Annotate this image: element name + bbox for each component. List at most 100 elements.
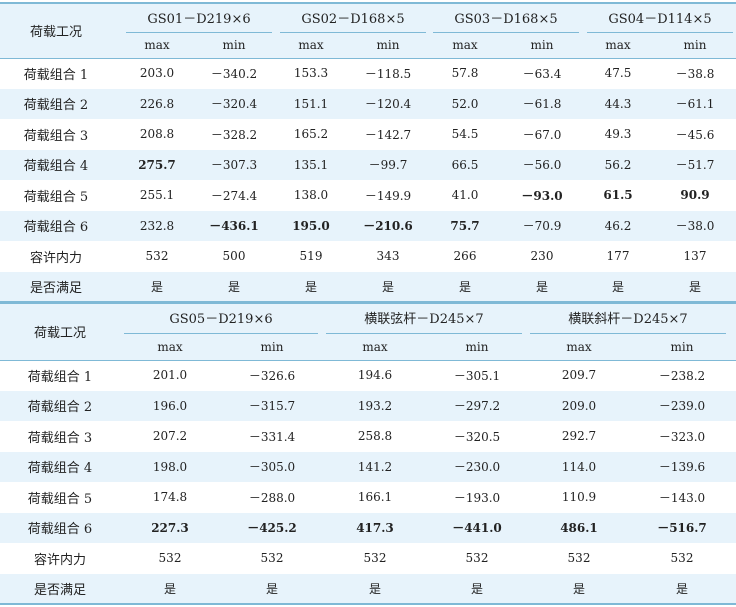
table-cell: 292.7 — [561, 429, 597, 444]
table-cell: 532 — [465, 551, 489, 566]
table-cell: －143.0 — [658, 490, 706, 505]
table-cell: －45.6 — [675, 127, 715, 142]
group-header: GS03－D168×5 — [454, 11, 558, 27]
table-cell: －315.7 — [248, 399, 296, 414]
table-cell: －230.0 — [453, 460, 501, 475]
table-cell: 227.3 — [151, 520, 189, 535]
table-cell: 是 — [163, 582, 176, 597]
table-cell: 是 — [675, 582, 688, 597]
table-cell: －305.0 — [248, 460, 296, 475]
table-cell: －326.6 — [248, 368, 296, 383]
table-cell: －38.0 — [675, 219, 715, 234]
table-cell: 90.9 — [680, 188, 710, 203]
table-cell: 417.3 — [356, 520, 394, 535]
table-cell: 209.7 — [561, 368, 597, 383]
row-label: 容许内力 — [29, 250, 82, 266]
sub-header-max: max — [298, 38, 324, 52]
sub-header-max: max — [452, 38, 478, 52]
row-label: 荷载组合 5 — [23, 189, 89, 205]
row-label: 荷载组合 4 — [27, 461, 93, 477]
sub-header-max: max — [362, 339, 388, 354]
sub-header-min: min — [670, 339, 694, 354]
table-cell: 532 — [567, 551, 591, 566]
table-cell: －516.7 — [657, 521, 707, 536]
group-header: 横联斜杆－D245×7 — [568, 312, 688, 327]
row-label: 荷载组合 2 — [23, 98, 89, 114]
row-label: 荷载组合 1 — [23, 67, 89, 83]
table-cell: －38.8 — [675, 66, 715, 81]
table-row: 荷载组合 3 208.8 －328.2 165.2 －142.7 54.5 －67.0 49.… — [0, 119, 736, 150]
sub-header-min: min — [683, 38, 707, 52]
group-header: GS01－D219×6 — [147, 11, 251, 27]
row-label: 荷载组合 5 — [27, 491, 93, 507]
table-cell: 174.8 — [152, 490, 188, 505]
table-row: 荷载组合 1 201.0 －326.6 194.6 －305.1 209.7 －238.2 — [0, 360, 736, 391]
table-cell: 114.0 — [561, 459, 597, 474]
table-cell: 532 — [363, 551, 387, 566]
table-row: 荷载组合 1 203.0 －340.2 153.3 －118.5 57.8 －63.4 47.… — [0, 58, 736, 89]
table-row: 荷载组合 6 232.8 －436.1 195.0 －210.6 75.7 －70.9 46.… — [0, 210, 736, 241]
table-cell: 是 — [572, 582, 585, 597]
table-row: 荷载组合 5 255.1 －274.4 138.0 －149.9 41.0 －93.0 61.… — [0, 180, 736, 211]
table-top-rule — [0, 2, 736, 4]
table-cell: 是 — [368, 582, 381, 597]
table-cell: 137 — [683, 249, 707, 264]
table-row: 荷载组合 3 207.2 －331.4 258.8 －320.5 292.7 －323.0 — [0, 421, 736, 452]
table-cell: 是 — [470, 582, 483, 597]
results-table-2: 荷载工况 GS05－D219×6 max min 横联弦杆－D245×7 max min 横联… — [0, 302, 736, 605]
row-label: 容许内力 — [33, 552, 86, 568]
table-cell: 198.0 — [152, 459, 188, 474]
sub-header-min: min — [260, 339, 284, 354]
table-cell: －323.0 — [658, 429, 706, 444]
table-row: 容许内力 532 500 519 343 266 230 177 137 — [0, 241, 736, 272]
table-row: 荷载组合 4 275.7 －307.3 135.1 －99.7 66.5 －56.0 56.2… — [0, 149, 736, 180]
table-cell: 207.2 — [152, 429, 188, 444]
row-label: 是否满足 — [33, 583, 86, 599]
group-header: GS02－D168×5 — [301, 11, 405, 27]
corner-label: 荷载工况 — [33, 325, 86, 341]
sub-header-min: min — [530, 38, 554, 52]
table-cell: －51.7 — [675, 158, 715, 173]
table-cell: 196.0 — [152, 398, 188, 413]
row-label: 是否满足 — [29, 281, 82, 297]
sub-header-max: max — [157, 339, 183, 354]
table-cell: 166.1 — [357, 490, 393, 505]
table-cell: 110.9 — [561, 490, 597, 505]
table-cell: 532 — [260, 551, 284, 566]
table-cell: 194.6 — [357, 368, 393, 383]
table-row: 是否满足是是是是是是是是 — [0, 271, 736, 302]
sub-header-min: min — [376, 38, 400, 52]
table-cell: －61.1 — [675, 97, 715, 112]
table-top-rule — [0, 302, 736, 304]
table-cell: －139.6 — [658, 460, 706, 475]
group-header: 横联弦杆－D245×7 — [364, 312, 484, 327]
sub-header-max: max — [144, 38, 170, 52]
row-label: 荷载组合 1 — [27, 369, 93, 385]
table-cell: －441.0 — [452, 521, 502, 536]
table-cell: －305.1 — [453, 368, 501, 383]
table-cell: 258.8 — [357, 429, 393, 444]
row-label: 荷载组合 6 — [23, 220, 89, 236]
table-cell: －331.4 — [248, 429, 296, 444]
row-label: 荷载组合 3 — [27, 430, 93, 446]
table-cell: 141.2 — [357, 459, 393, 474]
row-label: 荷载组合 2 — [27, 400, 93, 416]
table-cell: －425.2 — [247, 521, 297, 536]
table-cell: 486.1 — [560, 520, 598, 535]
table-cell: 是 — [265, 582, 278, 597]
table-row: 荷载组合 4 198.0 －305.0 141.2 －230.0 114.0 －139.6 — [0, 451, 736, 482]
sub-header-max: max — [566, 339, 592, 354]
corner-label: 荷载工况 — [29, 24, 82, 40]
table-row: 容许内力 532 532 532 532 532 532 — [0, 543, 736, 574]
table-cell: －238.2 — [658, 368, 706, 383]
table-cell: 193.2 — [357, 398, 393, 413]
table-cell: －193.0 — [453, 490, 501, 505]
sub-header-max: max — [605, 38, 631, 52]
results-table-1: 荷载工况 GS01－D219×6 max min GS02－D168×5 max min GS… — [0, 2, 736, 303]
table-cell: －239.0 — [658, 399, 706, 414]
table-row: 荷载组合 6 227.3 －425.2 417.3 －441.0 486.1 －516.7 — [0, 512, 736, 543]
table-row: 荷载组合 2 196.0 －315.7 193.2 －297.2 209.0 －239.0 — [0, 390, 736, 421]
row-label: 荷载组合 3 — [23, 128, 89, 144]
row-label: 荷载组合 4 — [23, 159, 89, 175]
sub-header-min: min — [222, 38, 246, 52]
